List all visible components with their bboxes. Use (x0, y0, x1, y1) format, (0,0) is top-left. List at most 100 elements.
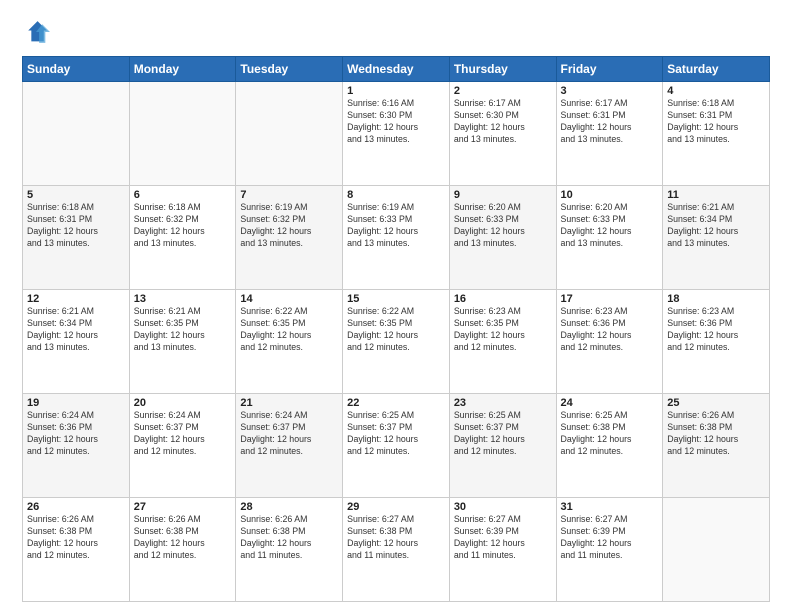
day-info: Sunrise: 6:22 AM Sunset: 6:35 PM Dayligh… (240, 306, 338, 354)
day-number: 28 (240, 501, 338, 513)
day-info: Sunrise: 6:18 AM Sunset: 6:32 PM Dayligh… (134, 202, 232, 250)
day-number: 7 (240, 189, 338, 201)
calendar-cell: 10Sunrise: 6:20 AM Sunset: 6:33 PM Dayli… (556, 186, 663, 290)
day-number: 8 (347, 189, 445, 201)
day-info: Sunrise: 6:20 AM Sunset: 6:33 PM Dayligh… (561, 202, 659, 250)
calendar-week-row: 26Sunrise: 6:26 AM Sunset: 6:38 PM Dayli… (23, 498, 770, 602)
calendar-cell: 24Sunrise: 6:25 AM Sunset: 6:38 PM Dayli… (556, 394, 663, 498)
day-info: Sunrise: 6:16 AM Sunset: 6:30 PM Dayligh… (347, 98, 445, 146)
calendar-cell: 28Sunrise: 6:26 AM Sunset: 6:38 PM Dayli… (236, 498, 343, 602)
calendar-cell: 9Sunrise: 6:20 AM Sunset: 6:33 PM Daylig… (449, 186, 556, 290)
day-number: 16 (454, 293, 552, 305)
calendar-cell (663, 498, 770, 602)
header (22, 18, 770, 46)
day-number: 2 (454, 85, 552, 97)
calendar-cell: 17Sunrise: 6:23 AM Sunset: 6:36 PM Dayli… (556, 290, 663, 394)
day-info: Sunrise: 6:19 AM Sunset: 6:32 PM Dayligh… (240, 202, 338, 250)
day-number: 13 (134, 293, 232, 305)
calendar-cell: 11Sunrise: 6:21 AM Sunset: 6:34 PM Dayli… (663, 186, 770, 290)
calendar-cell: 31Sunrise: 6:27 AM Sunset: 6:39 PM Dayli… (556, 498, 663, 602)
day-number: 17 (561, 293, 659, 305)
day-info: Sunrise: 6:21 AM Sunset: 6:34 PM Dayligh… (667, 202, 765, 250)
calendar-cell: 1Sunrise: 6:16 AM Sunset: 6:30 PM Daylig… (343, 82, 450, 186)
calendar-cell: 14Sunrise: 6:22 AM Sunset: 6:35 PM Dayli… (236, 290, 343, 394)
day-info: Sunrise: 6:18 AM Sunset: 6:31 PM Dayligh… (667, 98, 765, 146)
day-info: Sunrise: 6:25 AM Sunset: 6:37 PM Dayligh… (347, 410, 445, 458)
day-info: Sunrise: 6:20 AM Sunset: 6:33 PM Dayligh… (454, 202, 552, 250)
calendar-cell: 20Sunrise: 6:24 AM Sunset: 6:37 PM Dayli… (129, 394, 236, 498)
day-info: Sunrise: 6:27 AM Sunset: 6:39 PM Dayligh… (454, 514, 552, 562)
day-number: 6 (134, 189, 232, 201)
day-info: Sunrise: 6:26 AM Sunset: 6:38 PM Dayligh… (27, 514, 125, 562)
calendar-cell: 4Sunrise: 6:18 AM Sunset: 6:31 PM Daylig… (663, 82, 770, 186)
calendar-cell: 22Sunrise: 6:25 AM Sunset: 6:37 PM Dayli… (343, 394, 450, 498)
day-number: 5 (27, 189, 125, 201)
calendar-cell: 18Sunrise: 6:23 AM Sunset: 6:36 PM Dayli… (663, 290, 770, 394)
day-info: Sunrise: 6:25 AM Sunset: 6:37 PM Dayligh… (454, 410, 552, 458)
day-info: Sunrise: 6:27 AM Sunset: 6:38 PM Dayligh… (347, 514, 445, 562)
day-info: Sunrise: 6:26 AM Sunset: 6:38 PM Dayligh… (240, 514, 338, 562)
day-number: 4 (667, 85, 765, 97)
day-number: 31 (561, 501, 659, 513)
header-friday: Friday (556, 57, 663, 82)
day-info: Sunrise: 6:17 AM Sunset: 6:30 PM Dayligh… (454, 98, 552, 146)
day-info: Sunrise: 6:23 AM Sunset: 6:36 PM Dayligh… (667, 306, 765, 354)
calendar-cell (23, 82, 130, 186)
day-info: Sunrise: 6:25 AM Sunset: 6:38 PM Dayligh… (561, 410, 659, 458)
day-number: 29 (347, 501, 445, 513)
calendar-cell: 12Sunrise: 6:21 AM Sunset: 6:34 PM Dayli… (23, 290, 130, 394)
day-info: Sunrise: 6:26 AM Sunset: 6:38 PM Dayligh… (667, 410, 765, 458)
day-info: Sunrise: 6:21 AM Sunset: 6:35 PM Dayligh… (134, 306, 232, 354)
calendar-cell: 19Sunrise: 6:24 AM Sunset: 6:36 PM Dayli… (23, 394, 130, 498)
day-number: 25 (667, 397, 765, 409)
page: Sunday Monday Tuesday Wednesday Thursday… (0, 0, 792, 612)
header-thursday: Thursday (449, 57, 556, 82)
day-number: 1 (347, 85, 445, 97)
day-info: Sunrise: 6:19 AM Sunset: 6:33 PM Dayligh… (347, 202, 445, 250)
calendar-cell: 25Sunrise: 6:26 AM Sunset: 6:38 PM Dayli… (663, 394, 770, 498)
calendar-cell: 2Sunrise: 6:17 AM Sunset: 6:30 PM Daylig… (449, 82, 556, 186)
day-number: 18 (667, 293, 765, 305)
day-info: Sunrise: 6:22 AM Sunset: 6:35 PM Dayligh… (347, 306, 445, 354)
header-wednesday: Wednesday (343, 57, 450, 82)
day-number: 21 (240, 397, 338, 409)
day-info: Sunrise: 6:23 AM Sunset: 6:36 PM Dayligh… (561, 306, 659, 354)
day-info: Sunrise: 6:27 AM Sunset: 6:39 PM Dayligh… (561, 514, 659, 562)
header-tuesday: Tuesday (236, 57, 343, 82)
day-number: 10 (561, 189, 659, 201)
calendar-cell: 29Sunrise: 6:27 AM Sunset: 6:38 PM Dayli… (343, 498, 450, 602)
calendar-week-row: 5Sunrise: 6:18 AM Sunset: 6:31 PM Daylig… (23, 186, 770, 290)
logo-icon (22, 18, 50, 46)
calendar-cell: 7Sunrise: 6:19 AM Sunset: 6:32 PM Daylig… (236, 186, 343, 290)
day-info: Sunrise: 6:18 AM Sunset: 6:31 PM Dayligh… (27, 202, 125, 250)
calendar-table: Sunday Monday Tuesday Wednesday Thursday… (22, 56, 770, 602)
day-info: Sunrise: 6:26 AM Sunset: 6:38 PM Dayligh… (134, 514, 232, 562)
calendar-cell: 30Sunrise: 6:27 AM Sunset: 6:39 PM Dayli… (449, 498, 556, 602)
calendar-cell: 23Sunrise: 6:25 AM Sunset: 6:37 PM Dayli… (449, 394, 556, 498)
day-info: Sunrise: 6:21 AM Sunset: 6:34 PM Dayligh… (27, 306, 125, 354)
day-number: 23 (454, 397, 552, 409)
calendar-week-row: 12Sunrise: 6:21 AM Sunset: 6:34 PM Dayli… (23, 290, 770, 394)
day-number: 9 (454, 189, 552, 201)
calendar-cell: 16Sunrise: 6:23 AM Sunset: 6:35 PM Dayli… (449, 290, 556, 394)
calendar-cell (236, 82, 343, 186)
day-number: 24 (561, 397, 659, 409)
calendar-cell: 5Sunrise: 6:18 AM Sunset: 6:31 PM Daylig… (23, 186, 130, 290)
calendar-cell: 26Sunrise: 6:26 AM Sunset: 6:38 PM Dayli… (23, 498, 130, 602)
header-saturday: Saturday (663, 57, 770, 82)
calendar-cell: 8Sunrise: 6:19 AM Sunset: 6:33 PM Daylig… (343, 186, 450, 290)
day-info: Sunrise: 6:24 AM Sunset: 6:37 PM Dayligh… (134, 410, 232, 458)
day-info: Sunrise: 6:23 AM Sunset: 6:35 PM Dayligh… (454, 306, 552, 354)
calendar-cell: 3Sunrise: 6:17 AM Sunset: 6:31 PM Daylig… (556, 82, 663, 186)
day-number: 19 (27, 397, 125, 409)
day-number: 22 (347, 397, 445, 409)
day-info: Sunrise: 6:24 AM Sunset: 6:36 PM Dayligh… (27, 410, 125, 458)
calendar-cell: 13Sunrise: 6:21 AM Sunset: 6:35 PM Dayli… (129, 290, 236, 394)
header-monday: Monday (129, 57, 236, 82)
day-number: 3 (561, 85, 659, 97)
calendar-cell: 21Sunrise: 6:24 AM Sunset: 6:37 PM Dayli… (236, 394, 343, 498)
day-number: 20 (134, 397, 232, 409)
day-number: 12 (27, 293, 125, 305)
day-info: Sunrise: 6:24 AM Sunset: 6:37 PM Dayligh… (240, 410, 338, 458)
day-number: 30 (454, 501, 552, 513)
